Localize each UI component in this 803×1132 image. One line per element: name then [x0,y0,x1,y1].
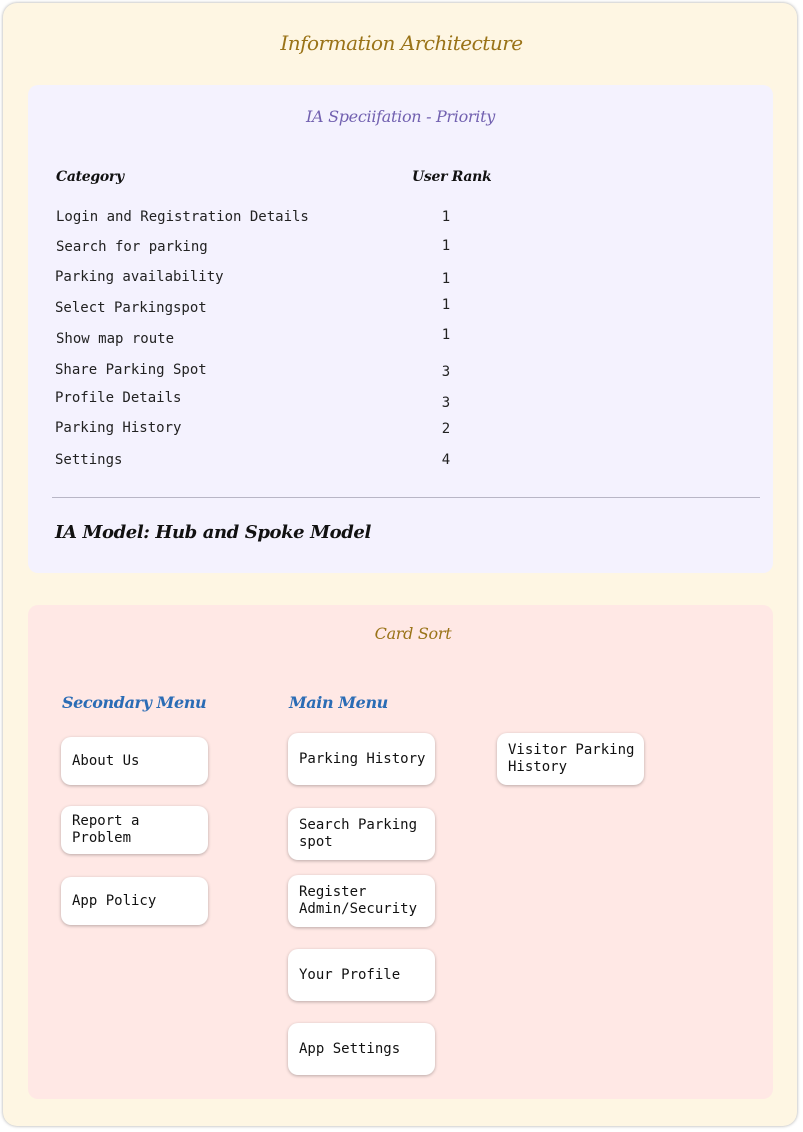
rank-cell: 4 [441,452,451,468]
category-cell: Login and Registration Details [56,209,309,225]
card-app-policy[interactable]: App Policy [61,877,208,925]
rank-cell: 3 [441,364,451,380]
ia-model-label: IA Model: Hub and Spoke Model [55,522,371,543]
category-column-header: Category [56,169,124,185]
category-cell: Parking availability [55,269,224,285]
page-title: Information Architecture [280,31,523,55]
rank-cell: 1 [441,209,451,225]
card-about-us[interactable]: About Us [61,737,208,785]
card-your-profile[interactable]: Your Profile [288,949,435,1001]
divider [52,497,760,498]
rank-cell: 2 [441,421,451,437]
card-report-a-problem[interactable]: Report a Problem [61,806,208,854]
category-cell: Settings [55,452,123,468]
category-cell: Parking History [55,420,182,436]
category-cell: Select Parkingspot [55,300,207,316]
ia-spec-title: IA Speciifation - Priority [306,107,495,126]
rank-cell: 1 [441,238,451,254]
rank-cell: 1 [441,271,451,287]
secondary-menu-heading: Secondary Menu [62,693,207,712]
ia-spec-panel: IA Speciifation - Priority Category User… [28,85,773,573]
card-sort-title: Card Sort [374,624,452,643]
rank-column-header: User Rank [412,169,492,185]
category-cell: Profile Details [55,390,182,406]
rank-cell: 3 [441,395,451,411]
category-cell: Share Parking Spot [55,362,207,378]
card-register-admin-security[interactable]: Register Admin/Security [288,875,435,927]
main-menu-heading: Main Menu [289,693,388,712]
rank-cell: 1 [441,297,451,313]
rank-cell: 1 [441,327,451,343]
card-app-settings[interactable]: App Settings [288,1023,435,1075]
category-cell: Show map route [56,331,175,347]
card-sort-panel: Card Sort Secondary Menu Main Menu About… [28,605,773,1099]
category-cell: Search for parking [56,239,208,255]
card-visitor-parking-history[interactable]: Visitor Parking History [497,733,644,785]
card-parking-history[interactable]: Parking History [288,733,435,785]
card-search-parking-spot[interactable]: Search Parking spot [288,808,435,860]
